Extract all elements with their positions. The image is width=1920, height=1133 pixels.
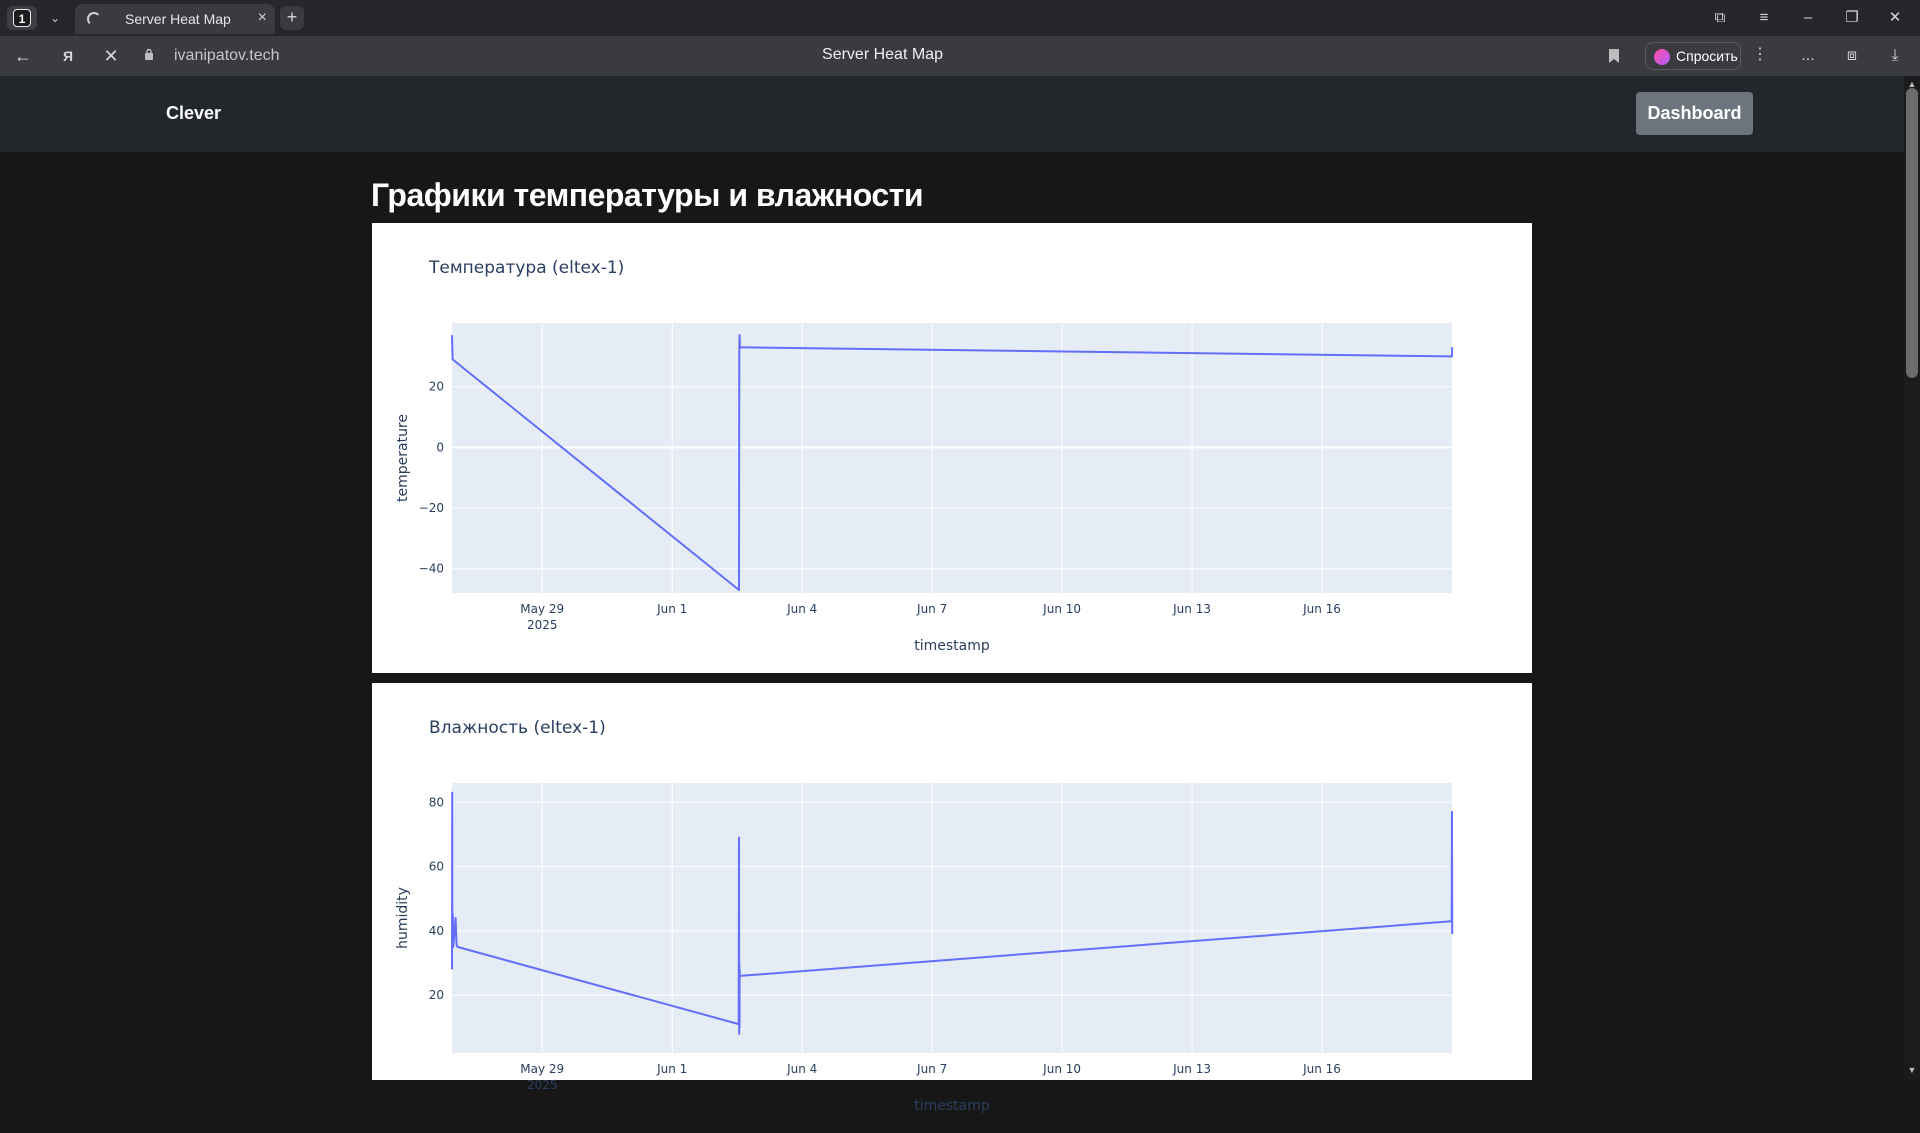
x-tick-label: Jun 1 xyxy=(656,1062,687,1076)
tab-counter-button[interactable]: 1 xyxy=(7,6,37,30)
address-bar: ← Я ✕ ivanipatov.tech Server Heat Map Сп… xyxy=(0,36,1920,76)
y-tick-label: −20 xyxy=(419,501,444,515)
x-tick-label: Jun 7 xyxy=(916,602,947,616)
more-button[interactable]: ... xyxy=(1795,44,1821,68)
y-tick-label: 80 xyxy=(429,795,444,809)
tab-count: 1 xyxy=(13,9,31,27)
x-axis-label: timestamp xyxy=(914,1098,990,1114)
scroll-thumb[interactable] xyxy=(1906,88,1918,378)
tab-title: Server Heat Map xyxy=(125,11,231,27)
x-tick-label: May 29 xyxy=(520,602,564,616)
y-tick-label: 0 xyxy=(436,440,444,454)
site-navbar: Clever Dashboard xyxy=(0,76,1904,152)
close-icon[interactable]: × xyxy=(258,9,267,27)
x-tick-label: Jun 7 xyxy=(916,1062,947,1076)
x-tick-label: Jun 16 xyxy=(1302,602,1341,616)
extensions-icon[interactable]: ⧈ xyxy=(1839,44,1865,68)
address-page-title: Server Heat Map xyxy=(822,46,943,63)
x-tick-label: Jun 13 xyxy=(1172,602,1211,616)
temperature-chart[interactable]: Температура (eltex-1) May 29 2025 Jun 1 Jun … xyxy=(372,223,1532,673)
browser-tabstrip: 1 ⌄ Server Heat Map × + ⧉ ≡ – ❐ ✕ xyxy=(0,0,1920,36)
alice-icon xyxy=(1654,49,1670,65)
collections-icon[interactable]: ⧉ xyxy=(1707,7,1733,29)
menu-icon[interactable]: ≡ xyxy=(1751,7,1777,29)
x-tick-label: Jun 1 xyxy=(656,602,687,616)
ask-button[interactable]: Спросить xyxy=(1645,42,1741,70)
tab-dropdown-icon[interactable]: ⌄ xyxy=(44,8,66,28)
chart-title: Влажность (eltex-1) xyxy=(429,718,606,738)
ask-label: Спросить xyxy=(1676,48,1738,64)
x-tick-label: Jun 13 xyxy=(1172,1062,1211,1076)
x-tick-label: Jun 4 xyxy=(786,1062,817,1076)
x-tick-label: May 29 xyxy=(520,1062,564,1076)
restore-icon[interactable]: ❐ xyxy=(1839,7,1865,29)
window-close-icon[interactable]: ✕ xyxy=(1882,7,1908,29)
y-tick-label: 60 xyxy=(429,860,444,874)
y-tick-label: 20 xyxy=(429,380,444,394)
page-title: Графики температуры и влажности xyxy=(371,177,924,213)
bookmark-icon[interactable] xyxy=(1607,48,1621,64)
humidity-chart[interactable]: Влажность (eltex-1) May 29 2025 Jun 1 Jun 4 J… xyxy=(372,683,1532,1133)
dashboard-button[interactable]: Dashboard xyxy=(1636,92,1753,135)
kebab-icon[interactable]: ⋮ xyxy=(1752,44,1768,64)
plot-area xyxy=(452,783,1452,1053)
humidity-chart-card: Влажность (eltex-1) May 29 2025 Jun 1 Jun 4 J… xyxy=(372,683,1532,1114)
brand-link[interactable]: Clever xyxy=(166,103,221,124)
chart-title: Температура (eltex-1) xyxy=(428,258,624,278)
y-axis-label: humidity xyxy=(395,887,411,949)
minimize-icon[interactable]: – xyxy=(1795,7,1821,29)
y-tick-label: 40 xyxy=(429,924,444,938)
x-axis-label: timestamp xyxy=(914,638,990,654)
browser-tab[interactable]: Server Heat Map × xyxy=(75,4,275,34)
x-tick-label: Jun 4 xyxy=(786,602,817,616)
spinner-icon xyxy=(87,12,101,26)
y-tick-label: 20 xyxy=(429,988,444,1002)
x-tick-label: 2025 xyxy=(527,618,558,632)
y-tick-label: −40 xyxy=(419,562,444,576)
x-tick-label: Jun 10 xyxy=(1042,602,1081,616)
scroll-down-icon[interactable]: ▼ xyxy=(1904,1064,1920,1076)
download-icon[interactable]: ⤓ xyxy=(1882,44,1908,68)
x-tick-label: 2025 xyxy=(527,1078,558,1092)
plus-icon[interactable]: + xyxy=(280,6,304,30)
x-tick-label: Jun 16 xyxy=(1302,1062,1341,1076)
x-tick-label: Jun 10 xyxy=(1042,1062,1081,1076)
plot-area xyxy=(452,323,1452,593)
temperature-chart-card: Температура (eltex-1) May 29 2025 Jun 1 Jun … xyxy=(372,223,1532,673)
y-axis-label: temperature xyxy=(395,414,411,502)
